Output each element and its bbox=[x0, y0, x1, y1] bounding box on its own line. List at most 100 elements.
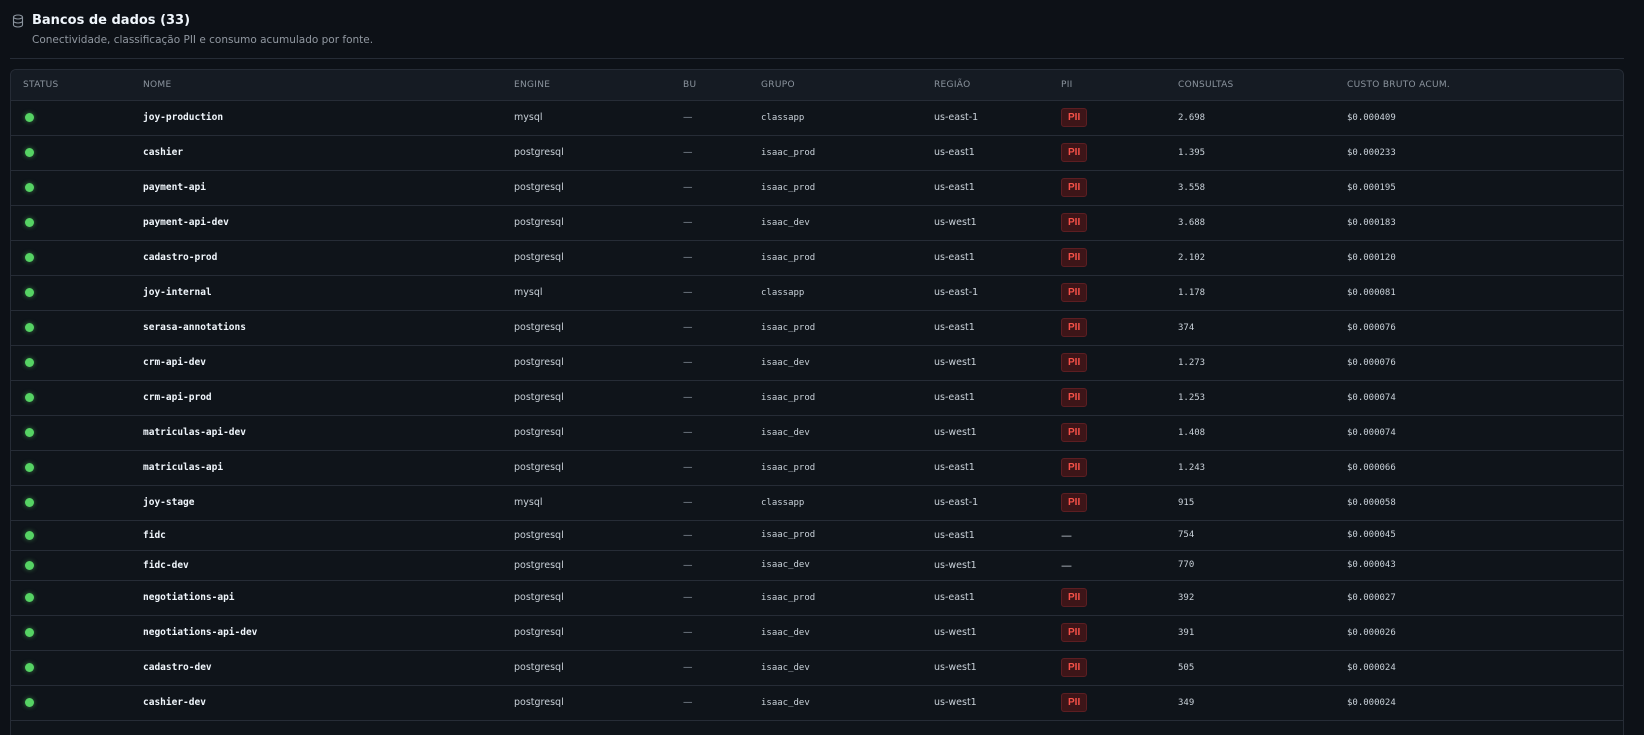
column-header-group[interactable]: GRUPO bbox=[749, 70, 922, 101]
cell-group: isaac_prod bbox=[761, 530, 816, 540]
column-header-name[interactable]: NOME bbox=[131, 70, 502, 101]
cell-name[interactable]: joy-internal bbox=[131, 275, 502, 310]
table-row[interactable]: joy-stage mysql — classapp us-east-1 PII 915 $0… bbox=[11, 485, 1623, 520]
status-online-icon bbox=[25, 593, 34, 602]
column-header-bu[interactable]: BU bbox=[671, 70, 749, 101]
cell-region: us-west1 bbox=[934, 357, 977, 368]
table-row[interactable]: cadastro-dev postgresql — isaac_dev us-west1… bbox=[11, 650, 1623, 685]
cell-bu: — bbox=[683, 287, 693, 298]
cell-name[interactable]: cadastro-prod bbox=[131, 240, 502, 275]
column-header-engine[interactable]: ENGINE bbox=[502, 70, 671, 101]
cell-status bbox=[11, 580, 131, 615]
pii-badge: PII bbox=[1061, 353, 1088, 372]
cell-name[interactable]: cashier-dev bbox=[131, 685, 502, 720]
column-header-queries[interactable]: CONSULTAS bbox=[1166, 70, 1335, 101]
cell-bu: — bbox=[683, 497, 693, 508]
cell-name[interactable]: matriculas-api bbox=[131, 450, 502, 485]
cell-region: us-west1 bbox=[934, 427, 977, 438]
cell-status bbox=[11, 135, 131, 170]
table-row[interactable]: cashier-dev postgresql — isaac_dev us-west1 P… bbox=[11, 685, 1623, 720]
status-online-icon bbox=[25, 113, 34, 122]
cell-group: isaac_dev bbox=[761, 697, 810, 708]
cell-status bbox=[11, 275, 131, 310]
table-row[interactable]: cadastro-prod postgresql — isaac_prod us-eas… bbox=[11, 240, 1623, 275]
column-header-region[interactable]: REGIÃO bbox=[922, 70, 1049, 101]
cell-status bbox=[11, 380, 131, 415]
databases-table: STATUS NOME ENGINE BU GRUPO REGIÃO PII C… bbox=[11, 70, 1623, 721]
cell-name[interactable]: negotiations-api-dev bbox=[131, 615, 502, 650]
cell-name[interactable]: negotiations-api bbox=[131, 580, 502, 615]
table-row[interactable]: fidc postgresql — isaac_prod us-east1 — 754 $0.… bbox=[11, 520, 1623, 550]
column-header-pii[interactable]: PII bbox=[1049, 70, 1166, 101]
cell-engine: postgresql bbox=[514, 427, 564, 438]
cell-engine: postgresql bbox=[514, 392, 564, 403]
cell-pii: PII bbox=[1049, 650, 1166, 685]
cell-region: us-east1 bbox=[934, 529, 975, 541]
table-row[interactable]: crm-api-dev postgresql — isaac_dev us-west1 P… bbox=[11, 345, 1623, 380]
cell-bu: — bbox=[683, 357, 693, 368]
cell-cost: $0.000024 bbox=[1347, 662, 1396, 673]
cell-region: us-east1 bbox=[934, 592, 975, 603]
cell-queries: 374 bbox=[1178, 322, 1195, 333]
table-body: joy-production mysql — classapp us-east-1 PII… bbox=[11, 100, 1623, 720]
cell-pii: PII bbox=[1049, 345, 1166, 380]
cell-engine: postgresql bbox=[514, 529, 564, 541]
table-row[interactable]: matriculas-api-dev postgresql — isaac_dev us… bbox=[11, 415, 1623, 450]
cell-queries: 1.273 bbox=[1178, 357, 1206, 368]
cell-name[interactable]: joy-production bbox=[131, 100, 502, 135]
pii-badge: PII bbox=[1061, 423, 1088, 442]
table-row[interactable]: payment-api postgresql — isaac_prod us-east1… bbox=[11, 170, 1623, 205]
cell-group: isaac_dev bbox=[761, 560, 810, 570]
cell-name[interactable]: serasa-annotations bbox=[131, 310, 502, 345]
cell-cost: $0.000027 bbox=[1347, 592, 1396, 603]
cell-queries: 3.558 bbox=[1178, 182, 1206, 193]
pii-badge: PII bbox=[1061, 588, 1088, 607]
cell-name[interactable]: joy-stage bbox=[131, 485, 502, 520]
cell-name[interactable]: payment-api-dev bbox=[131, 205, 502, 240]
cell-cost: $0.000043 bbox=[1347, 560, 1396, 570]
pii-badge: PII bbox=[1061, 283, 1088, 302]
cell-engine: postgresql bbox=[514, 592, 564, 603]
cell-name[interactable]: crm-api-dev bbox=[131, 345, 502, 380]
table-row[interactable]: serasa-annotations postgresql — isaac_prod u… bbox=[11, 310, 1623, 345]
cell-pii: — bbox=[1049, 550, 1166, 580]
cell-name[interactable]: cadastro-dev bbox=[131, 650, 502, 685]
cell-group: isaac_prod bbox=[761, 392, 816, 403]
cell-name[interactable]: fidc bbox=[131, 520, 502, 550]
column-header-status[interactable]: STATUS bbox=[11, 70, 131, 101]
table-row[interactable]: negotiations-api postgresql — isaac_prod us-… bbox=[11, 580, 1623, 615]
status-online-icon bbox=[25, 288, 34, 297]
cell-bu: — bbox=[683, 112, 693, 123]
table-row[interactable]: fidc-dev postgresql — isaac_dev us-west1 — 770… bbox=[11, 550, 1623, 580]
cell-cost: $0.000081 bbox=[1347, 287, 1396, 298]
cell-name[interactable]: matriculas-api-dev bbox=[131, 415, 502, 450]
table-row[interactable]: negotiations-api-dev postgresql — isaac_dev… bbox=[11, 615, 1623, 650]
cell-group: isaac_prod bbox=[761, 592, 816, 603]
cell-engine: postgresql bbox=[514, 662, 564, 673]
table-row[interactable]: joy-production mysql — classapp us-east-1 PII… bbox=[11, 100, 1623, 135]
cell-cost: $0.000045 bbox=[1347, 530, 1396, 540]
cell-bu: — bbox=[683, 427, 693, 438]
cell-name[interactable]: cashier bbox=[131, 135, 502, 170]
cell-cost: $0.000074 bbox=[1347, 427, 1396, 438]
table-row[interactable]: matriculas-api postgresql — isaac_prod us-ea… bbox=[11, 450, 1623, 485]
table-row[interactable]: cashier postgresql — isaac_prod us-east1 PII 1… bbox=[11, 135, 1623, 170]
cell-queries: 1.178 bbox=[1178, 287, 1206, 298]
cell-name[interactable]: crm-api-prod bbox=[131, 380, 502, 415]
status-online-icon bbox=[25, 663, 34, 672]
cell-name[interactable]: payment-api bbox=[131, 170, 502, 205]
cell-cost: $0.000076 bbox=[1347, 322, 1396, 333]
cell-name[interactable]: fidc-dev bbox=[131, 550, 502, 580]
column-header-cost[interactable]: CUSTO BRUTO ACUM. bbox=[1335, 70, 1623, 101]
section-title: Bancos de dados (33) bbox=[32, 13, 191, 28]
cell-region: us-east1 bbox=[934, 462, 975, 473]
cell-queries: 391 bbox=[1178, 627, 1195, 638]
cell-cost: $0.000074 bbox=[1347, 392, 1396, 403]
table-row[interactable]: crm-api-prod postgresql — isaac_prod us-east… bbox=[11, 380, 1623, 415]
status-online-icon bbox=[25, 253, 34, 262]
cell-status bbox=[11, 310, 131, 345]
table-row[interactable]: joy-internal mysql — classapp us-east-1 PII 1.… bbox=[11, 275, 1623, 310]
cell-cost: $0.000024 bbox=[1347, 697, 1396, 708]
table-row[interactable]: payment-api-dev postgresql — isaac_dev us-we… bbox=[11, 205, 1623, 240]
cell-engine: postgresql bbox=[514, 182, 564, 193]
